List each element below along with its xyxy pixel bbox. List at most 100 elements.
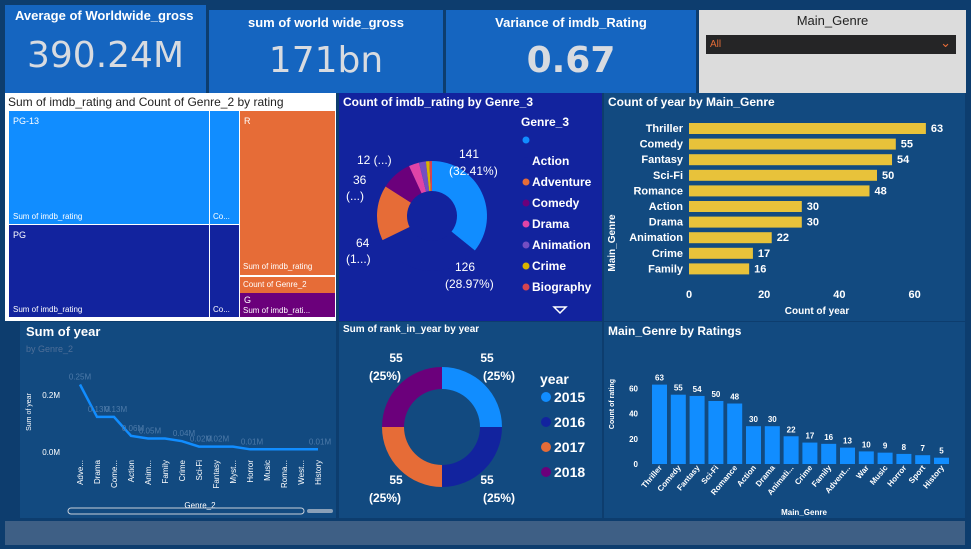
bar[interactable] [689, 185, 870, 197]
data-label: 54 [897, 154, 910, 166]
slicer-title: Main_Genre [796, 13, 869, 28]
treemap-cell-label: Sum of imdb_rating [13, 212, 83, 221]
column[interactable] [764, 426, 780, 464]
legend-item[interactable]: 2016 [554, 414, 585, 430]
column[interactable] [652, 384, 667, 464]
legend-item[interactable]: Action [532, 154, 569, 168]
slice-label: (1...) [346, 252, 371, 266]
data-label: 63 [931, 123, 943, 135]
legend-item[interactable]: 2017 [554, 439, 585, 455]
slice-label: 55 [389, 473, 403, 487]
treemap-cell-label: Sum of imdb_rating [13, 305, 83, 314]
column[interactable] [746, 426, 761, 464]
legend-item[interactable]: Crime [532, 259, 566, 273]
scrollbar-thumb[interactable] [307, 509, 333, 513]
data-label: 17 [805, 432, 814, 441]
category-label: Action [649, 201, 684, 213]
data-label: 22 [777, 232, 789, 244]
legend-item[interactable]: Animation [532, 238, 591, 252]
kpi-card-average-gross[interactable]: Average of Worldwide_gross 390.24M [5, 5, 206, 93]
column[interactable] [727, 403, 743, 464]
line-year-svg[interactable]: Sum of year 0.2M 0.0M 0.25M Adve... 0.13M D… [20, 322, 336, 518]
column[interactable] [802, 442, 818, 464]
legend-item[interactable]: Biography [532, 280, 592, 294]
treemap-cell-sub: Co... [213, 212, 230, 221]
bar[interactable] [689, 232, 772, 244]
data-label: 30 [749, 415, 758, 424]
treemap-title: Sum of imdb_rating and Count of Genre_2 … [8, 95, 284, 109]
column[interactable] [877, 452, 893, 464]
kpi-value: 0.67 [526, 40, 616, 81]
treemap-cell-label: Sum of imdb_rating [243, 262, 313, 271]
donut-genre3-panel: Count of imdb_rating by Genre_3 141 (32.… [339, 93, 602, 321]
scroll-down-icon[interactable] [552, 306, 568, 315]
legend-marker [522, 178, 530, 186]
legend-marker [541, 392, 551, 402]
treemap-cell-rating: PG [13, 230, 27, 240]
line-year-panel: Sum of year by Genre_2 Sum of year 0.2M … [20, 322, 336, 518]
col-ratings-svg[interactable]: Count of rating 604020063Thriller55Comed… [604, 322, 965, 518]
x-axis-label: Main_Genre [781, 508, 827, 517]
x-tick: War [854, 464, 870, 481]
column[interactable] [783, 436, 799, 464]
column[interactable] [840, 447, 855, 464]
legend-marker [522, 136, 530, 144]
data-label: 22 [787, 425, 796, 434]
slice-label: (25%) [369, 491, 401, 505]
data-label: 7 [920, 444, 925, 453]
kpi-card-sum-gross[interactable]: sum of world wide_gross 171bn [209, 10, 443, 93]
slice-label: 55 [480, 351, 494, 365]
treemap-cell-g[interactable]: G Sum of imdb_rati... [240, 293, 335, 317]
legend-marker [522, 199, 530, 207]
column[interactable] [858, 451, 874, 464]
kpi-card-variance-rating[interactable]: Variance of imdb_Rating 0.67 [446, 10, 696, 93]
column[interactable] [670, 394, 686, 464]
data-label: 8 [902, 443, 907, 452]
slice-label: (25%) [483, 491, 515, 505]
bar-year-svg[interactable]: Main_Genre Thriller 63 Comedy 55 Fantasy 54 Sc… [604, 93, 965, 321]
x-tick: History [314, 460, 323, 485]
donut-year-svg[interactable]: 55 (25%) 55 (25%) 55 (25%) 55 (25%) year… [339, 322, 602, 518]
column[interactable] [915, 455, 931, 464]
donut-genre3-svg[interactable]: 141 (32.41%) 126 (28.97%) 64 (1...) 36 (… [339, 93, 602, 321]
slicer-dropdown[interactable]: All ⌄ [706, 35, 956, 54]
bar[interactable] [689, 123, 926, 134]
kpi-title: Variance of imdb_Rating [495, 15, 647, 30]
legend-marker [541, 417, 551, 427]
bar[interactable] [689, 247, 753, 259]
bar-year-panel: Count of year by Main_Genre Main_Genre T… [604, 93, 965, 321]
col-ratings-panel: Main_Genre by Ratings Count of rating 60… [604, 322, 965, 518]
treemap-cell-sub: Co... [213, 305, 230, 314]
legend-item[interactable]: Comedy [532, 196, 580, 210]
treemap-cell-pg13[interactable]: PG-13 Sum of imdb_rating Co... [9, 111, 239, 224]
column[interactable] [896, 453, 912, 464]
x-tick: Horror [246, 460, 255, 483]
data-label: 16 [754, 263, 766, 275]
slice-label: 55 [389, 351, 403, 365]
treemap-cell-pg[interactable]: PG Sum of imdb_rating Co... [9, 225, 239, 317]
column[interactable] [934, 457, 949, 464]
treemap-cell-r[interactable]: R Sum of imdb_rating [240, 111, 335, 275]
category-label: Sci-Fi [653, 170, 683, 182]
treemap-cell-rating: R [244, 116, 251, 126]
column[interactable] [708, 401, 724, 464]
bar[interactable] [689, 169, 877, 181]
treemap-cell-r-count[interactable]: Count of Genre_2 [240, 276, 335, 293]
x-tick: Crime [178, 459, 187, 481]
data-label: 50 [711, 390, 720, 399]
legend-item[interactable]: 2015 [554, 389, 585, 405]
data-label: 30 [807, 201, 819, 213]
bar[interactable] [689, 216, 802, 228]
x-tick: Action [735, 463, 758, 488]
bar[interactable] [689, 138, 896, 150]
legend-marker [522, 220, 530, 228]
bar[interactable] [689, 154, 893, 166]
bar[interactable] [689, 263, 750, 275]
column[interactable] [821, 443, 837, 464]
legend-item[interactable]: Adventure [532, 175, 592, 189]
column[interactable] [689, 395, 705, 464]
legend-item[interactable]: Drama [532, 217, 570, 231]
bar[interactable] [689, 201, 802, 212]
data-label: 0.01M [309, 437, 332, 446]
legend-item[interactable]: 2018 [554, 464, 585, 480]
